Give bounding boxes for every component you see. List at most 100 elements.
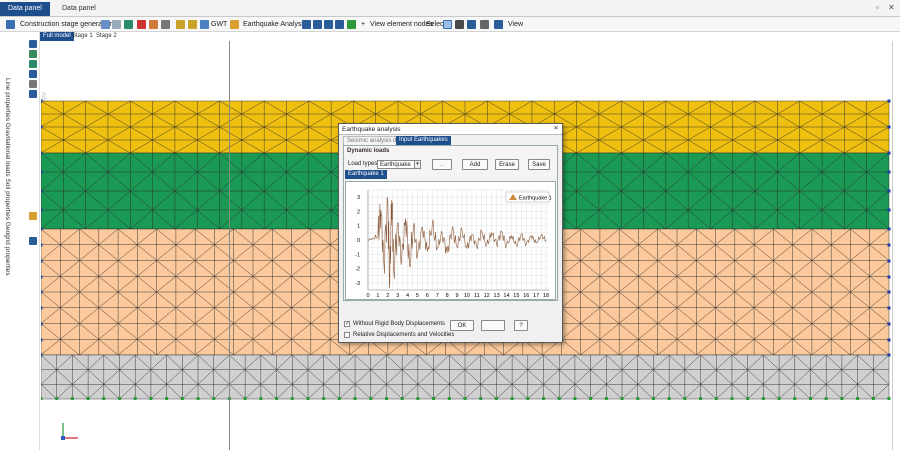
side-boundary-node[interactable] — [41, 189, 43, 193]
zoom-in-icon[interactable] — [313, 20, 322, 29]
fixed-node[interactable] — [526, 397, 530, 400]
side-boundary-node[interactable] — [41, 259, 43, 263]
properties-list[interactable]: Line properties Gravitational loads Soil… — [2, 78, 11, 278]
add-icon[interactable]: + — [361, 19, 365, 30]
erase-button[interactable]: Erase — [495, 159, 519, 170]
fixed-node[interactable] — [542, 397, 546, 400]
side-boundary-node[interactable] — [887, 306, 891, 310]
fixed-node[interactable] — [133, 397, 137, 400]
zoom-fit-icon[interactable] — [335, 20, 344, 29]
fixed-node[interactable] — [871, 397, 875, 400]
side-boundary-node[interactable] — [41, 99, 43, 103]
gwt-button[interactable]: GWT — [211, 19, 227, 30]
fixed-node[interactable] — [667, 397, 671, 400]
load-icon[interactable] — [29, 90, 37, 98]
view-element-nodes-button[interactable]: View element nodes — [370, 19, 433, 30]
save-button[interactable]: Save — [528, 159, 550, 170]
side-boundary-node[interactable] — [41, 306, 43, 310]
fixed-node[interactable] — [620, 397, 624, 400]
geogrid-icon[interactable] — [29, 237, 37, 245]
fixed-node[interactable] — [494, 397, 498, 400]
right-scroll-edge[interactable] — [892, 41, 900, 450]
boundary-icon[interactable] — [29, 70, 37, 78]
point-icon[interactable] — [29, 40, 37, 48]
side-boundary-node[interactable] — [887, 227, 891, 231]
fixed-node[interactable] — [86, 397, 90, 400]
fixed-node[interactable] — [416, 397, 420, 400]
side-boundary-node[interactable] — [887, 189, 891, 193]
lines-icon[interactable] — [480, 20, 489, 29]
relative-displacements-checkbox[interactable] — [344, 332, 350, 338]
scissors-icon[interactable] — [161, 20, 170, 29]
fixed-node[interactable] — [683, 397, 687, 400]
tab-data-panel-text[interactable]: Data panel text — [54, 2, 110, 26]
fixed-node[interactable] — [432, 397, 436, 400]
fixed-node[interactable] — [102, 397, 106, 400]
fixed-node[interactable] — [761, 397, 765, 400]
tab-input-earthquakes[interactable]: Input Earthquakes — [396, 136, 451, 145]
polygon-icon[interactable] — [29, 60, 37, 68]
fixed-node[interactable] — [856, 397, 860, 400]
side-boundary-node[interactable] — [887, 259, 891, 263]
side-boundary-node[interactable] — [41, 170, 43, 174]
side-boundary-node[interactable] — [41, 125, 43, 129]
chart-icon[interactable] — [176, 20, 185, 29]
earthquake-analysis-button[interactable]: Earthquake Analysis — [243, 19, 306, 30]
zoom-icon[interactable] — [302, 20, 311, 29]
fixed-node[interactable] — [41, 397, 43, 400]
fixed-node[interactable] — [604, 397, 608, 400]
gwt-icon[interactable] — [200, 20, 209, 29]
fixed-node[interactable] — [180, 397, 184, 400]
chevron-down-icon[interactable]: ▾ — [414, 161, 420, 168]
layer-icon[interactable] — [467, 20, 476, 29]
edit-icon[interactable] — [112, 20, 121, 29]
browse-button[interactable]: ... — [432, 159, 452, 170]
fixed-node[interactable] — [259, 397, 263, 400]
side-boundary-node[interactable] — [41, 338, 43, 342]
fixed-node[interactable] — [589, 397, 593, 400]
fixed-node[interactable] — [730, 397, 734, 400]
side-boundary-node[interactable] — [887, 290, 891, 294]
fixed-node[interactable] — [369, 397, 373, 400]
help-button[interactable]: ? — [514, 320, 528, 331]
tab-stage-1[interactable]: Stage 1 — [69, 32, 96, 41]
fixed-node[interactable] — [463, 397, 467, 400]
fixed-node[interactable] — [306, 397, 310, 400]
side-boundary-node[interactable] — [887, 243, 891, 247]
fixed-node[interactable] — [699, 397, 703, 400]
side-boundary-node[interactable] — [41, 353, 43, 357]
rigid-body-checkbox[interactable]: ✓ — [344, 321, 350, 327]
fixed-node[interactable] — [651, 397, 655, 400]
side-boundary-node[interactable] — [41, 290, 43, 294]
fixed-node[interactable] — [793, 397, 797, 400]
fixed-node[interactable] — [777, 397, 781, 400]
stage-generation-icon[interactable] — [6, 20, 15, 29]
fixed-node[interactable] — [447, 397, 451, 400]
fixed-node[interactable] — [746, 397, 750, 400]
fixed-node[interactable] — [55, 397, 59, 400]
side-boundary-node[interactable] — [887, 99, 891, 103]
side-boundary-node[interactable] — [887, 322, 891, 326]
cut-icon[interactable] — [149, 20, 158, 29]
refresh-icon[interactable] — [347, 20, 356, 29]
construction-stage-button[interactable]: Construction stage generation — [20, 19, 113, 30]
fixed-node[interactable] — [714, 397, 718, 400]
side-boundary-node[interactable] — [887, 208, 891, 212]
minimize-icon[interactable]: ▫ — [876, 3, 879, 12]
load-type-select[interactable]: Earthquake ▾ — [377, 160, 421, 169]
side-boundary-node[interactable] — [41, 227, 43, 231]
dialog-close-icon[interactable]: ✕ — [552, 125, 560, 133]
line-icon[interactable] — [29, 50, 37, 58]
fixed-node[interactable] — [557, 397, 561, 400]
fixed-node[interactable] — [510, 397, 514, 400]
fixed-node[interactable] — [322, 397, 326, 400]
side-boundary-node[interactable] — [887, 275, 891, 279]
earthquake-tool-icon[interactable] — [29, 212, 37, 220]
fixed-node[interactable] — [353, 397, 357, 400]
layer-tool-icon[interactable] — [29, 80, 37, 88]
side-boundary-node[interactable] — [41, 322, 43, 326]
side-boundary-node[interactable] — [41, 275, 43, 279]
side-boundary-node[interactable] — [887, 170, 891, 174]
zoom-out-icon[interactable] — [324, 20, 333, 29]
fixed-node[interactable] — [337, 397, 341, 400]
